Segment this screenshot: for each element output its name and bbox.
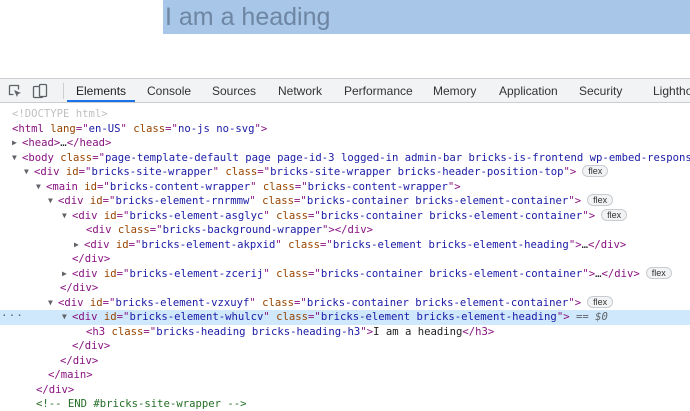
collapse-arrow-icon[interactable]: ▼ <box>48 296 58 311</box>
dom-node-close-main[interactable]: </main> <box>0 368 690 383</box>
dom-node-h3[interactable]: <h3 class="bricks-heading bricks-heading… <box>0 325 690 340</box>
element-id: bricks-element-whulcv <box>129 311 264 323</box>
expand-arrow-icon[interactable]: ▶ <box>74 238 84 253</box>
dom-node-head[interactable]: ▶ <head>…</head> <box>0 136 690 151</box>
head-tag: head <box>28 137 54 149</box>
dom-node-close-div[interactable]: </div> <box>0 339 690 354</box>
dom-node-body[interactable]: ▼ <body class="page-template-default page… <box>0 151 690 166</box>
site-wrapper-class: bricks-site-wrapper bricks-header-positi… <box>270 166 564 178</box>
element-class: bricks-element bricks-element-heading <box>332 238 569 251</box>
comment-text: <!-- END #bricks-site-wrapper --> <box>36 398 247 410</box>
dom-node-html[interactable]: <html lang="en-US" class="no-js no-svg"> <box>0 122 690 137</box>
h3-text: I am a heading <box>373 325 463 338</box>
toolbar-separator <box>63 83 64 99</box>
body-class-value: page-template-default page page-id-3 log… <box>104 151 690 164</box>
container-id: bricks-element-rnrmmw <box>115 195 250 207</box>
container-id: bricks-element-zcerij <box>129 267 264 280</box>
more-actions-icon[interactable]: ··· <box>1 310 24 324</box>
flex-badge[interactable]: flex <box>645 266 672 279</box>
tab-lighthouse[interactable]: Lighthouse <box>653 79 690 103</box>
flex-badge[interactable]: flex <box>582 165 609 177</box>
collapse-arrow-icon[interactable]: ▼ <box>48 194 58 209</box>
dom-node-close-div[interactable]: </div> <box>0 252 690 267</box>
main-id: bricks-content-wrapper <box>109 180 251 193</box>
tab-network[interactable]: Network <box>278 79 322 103</box>
device-toolbar-icon[interactable] <box>32 83 48 99</box>
tab-performance[interactable]: Performance <box>344 79 413 103</box>
page-viewport: I am a heading <box>0 0 690 78</box>
tab-application[interactable]: Application <box>499 79 558 103</box>
doctype-text: <!DOCTYPE html> <box>12 108 108 120</box>
flex-badge[interactable]: flex <box>601 208 628 221</box>
selected-node-marker: == $0 <box>575 311 608 323</box>
dom-node-container-vzxuyf[interactable]: ▼ <div id="bricks-element-vzxuyf" class="… <box>0 295 690 311</box>
devtools-toolbar: Elements Console Sources Network Perform… <box>0 79 690 103</box>
site-wrapper-id: bricks-site-wrapper <box>91 166 213 178</box>
page-heading-text: I am a heading <box>165 3 331 31</box>
h3-class: bricks-heading bricks-heading-h3 <box>156 325 361 338</box>
container-id: bricks-element-vzxuyf <box>115 296 250 309</box>
dom-node-container-asglyc[interactable]: ▼ <div id="bricks-element-asglyc" class="… <box>0 208 690 224</box>
dom-node-container-zcerij[interactable]: ▶ <div id="bricks-element-zcerij" class="… <box>0 266 690 282</box>
flex-badge[interactable]: flex <box>587 194 614 206</box>
tab-memory[interactable]: Memory <box>433 79 476 103</box>
collapse-arrow-icon[interactable]: ▼ <box>24 165 34 180</box>
expand-arrow-icon[interactable]: ▶ <box>12 136 22 151</box>
container-id: bricks-element-asglyc <box>129 209 264 222</box>
html-tag: html <box>18 122 44 135</box>
page-heading[interactable]: I am a heading <box>165 1 330 33</box>
body-tag: body <box>28 151 54 164</box>
element-id: bricks-element-akpxid <box>141 238 276 251</box>
collapse-arrow-icon[interactable]: ▼ <box>36 180 46 195</box>
collapse-arrow-icon[interactable]: ▼ <box>12 151 22 166</box>
container-class: bricks-container bricks-element-containe… <box>320 267 583 280</box>
element-class: bricks-element bricks-element-heading <box>320 311 557 323</box>
container-class: bricks-container bricks-element-containe… <box>306 195 569 207</box>
container-class: bricks-container bricks-element-containe… <box>320 209 583 222</box>
dom-node-heading-akpxid[interactable]: ▶ <div id="bricks-element-akpxid" class="… <box>0 238 690 253</box>
dom-node-close-div[interactable]: </div> <box>0 383 690 398</box>
expand-arrow-icon[interactable]: ▶ <box>62 267 72 282</box>
dom-node-container-rnrmmw[interactable]: ▼ <div id="bricks-element-rnrmmw" class="… <box>0 194 690 209</box>
tab-security[interactable]: Security <box>579 79 622 103</box>
dom-node-background-wrapper[interactable]: <div class="bricks-background-wrapper"><… <box>0 223 690 238</box>
collapse-arrow-icon[interactable]: ▼ <box>62 209 72 224</box>
dom-node-site-wrapper[interactable]: ▼ <div id="bricks-site-wrapper" class="br… <box>0 165 690 180</box>
dom-node-heading-whulcv-selected[interactable]: ··· ▼ <div id="bricks-element-whulcv" cla… <box>0 310 690 325</box>
elements-dom-tree: <!DOCTYPE html> <html lang="en-US" class… <box>0 104 690 411</box>
dom-node-close-div[interactable]: </div> <box>0 354 690 369</box>
tab-console[interactable]: Console <box>147 79 191 103</box>
devtools-panel: Elements Console Sources Network Perform… <box>0 78 690 411</box>
dom-node-comment[interactable]: <!-- END #bricks-site-wrapper --> <box>0 397 690 411</box>
main-class: bricks-content-wrapper <box>307 180 448 193</box>
flex-badge[interactable]: flex <box>587 295 614 308</box>
inspect-element-icon[interactable] <box>7 83 23 99</box>
tab-sources[interactable]: Sources <box>212 79 256 103</box>
dom-node-main[interactable]: ▼ <main id="bricks-content-wrapper" class… <box>0 180 690 195</box>
bg-wrapper-class: bricks-background-wrapper <box>162 224 323 236</box>
dom-node-close-div[interactable]: </div> <box>0 281 690 296</box>
container-class: bricks-container bricks-element-containe… <box>306 296 569 309</box>
active-tab-indicator <box>67 100 135 102</box>
dom-node-doctype[interactable]: <!DOCTYPE html> <box>0 107 690 122</box>
collapse-arrow-icon[interactable]: ▼ <box>62 310 72 325</box>
